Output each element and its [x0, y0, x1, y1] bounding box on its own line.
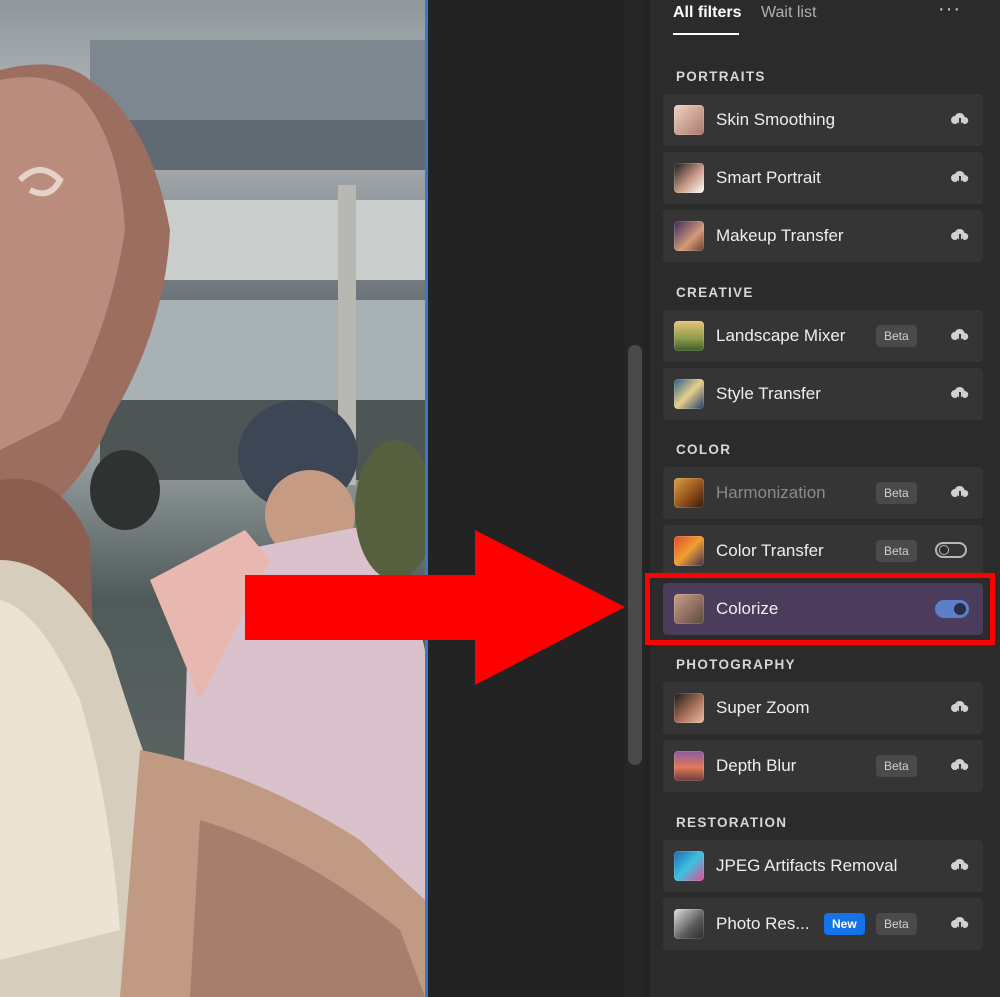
canvas-gutter [428, 0, 650, 997]
beta-badge: Beta [876, 755, 917, 777]
cloud-download-icon[interactable] [950, 226, 970, 246]
filter-row-harmonization[interactable]: Harmonization Beta [663, 467, 983, 519]
filter-row-depth-blur[interactable]: Depth Blur Beta [663, 740, 983, 792]
filter-row-skin-smoothing[interactable]: Skin Smoothing [663, 94, 983, 146]
active-tab-indicator [673, 33, 739, 35]
filter-row-landscape-mixer[interactable]: Landscape Mixer Beta [663, 310, 983, 362]
cloud-download-icon[interactable] [950, 698, 970, 718]
cloud-download-icon[interactable] [950, 384, 970, 404]
tab-all-filters[interactable]: All filters [673, 4, 741, 22]
filter-label: Color Transfer [716, 541, 824, 560]
style-transfer-thumbnail [674, 379, 704, 409]
filter-label: Skin Smoothing [716, 110, 836, 129]
skin-smoothing-thumbnail [674, 105, 704, 135]
cloud-download-icon[interactable] [950, 856, 970, 876]
cloud-download-icon[interactable] [950, 483, 970, 503]
beta-badge: Beta [876, 482, 917, 504]
more-options-icon[interactable]: ··· [938, 0, 961, 21]
scrollbar-thumb[interactable] [628, 345, 642, 765]
filter-label: Style Transfer [716, 384, 821, 403]
beta-badge: Beta [876, 540, 917, 562]
filter-label: Depth Blur [716, 756, 797, 775]
landscape-mixer-thumbnail [674, 321, 704, 351]
annotation-highlight-box [645, 573, 995, 645]
depth-blur-thumbnail [674, 751, 704, 781]
filter-row-color-transfer[interactable]: Color Transfer Beta [663, 525, 983, 577]
filter-label: Smart Portrait [716, 168, 821, 187]
color-transfer-toggle[interactable] [935, 542, 967, 558]
harmonization-thumbnail [674, 478, 704, 508]
section-title-photography: PHOTOGRAPHY [676, 657, 796, 672]
cloud-download-icon[interactable] [950, 914, 970, 934]
cloud-download-icon[interactable] [950, 168, 970, 188]
section-title-color: COLOR [676, 442, 732, 457]
section-title-portraits: PORTRAITS [676, 69, 766, 84]
filter-label: Makeup Transfer [716, 226, 844, 245]
filter-row-photo-restoration[interactable]: Photo Res... New Beta [663, 898, 983, 950]
super-zoom-thumbnail [674, 693, 704, 723]
smart-portrait-thumbnail [674, 163, 704, 193]
filter-row-smart-portrait[interactable]: Smart Portrait [663, 152, 983, 204]
cloud-download-icon[interactable] [950, 326, 970, 346]
photo-restoration-thumbnail [674, 909, 704, 939]
beta-badge: Beta [876, 325, 917, 347]
filter-label: Photo Res... [716, 914, 810, 933]
jpeg-artifacts-thumbnail [674, 851, 704, 881]
color-transfer-thumbnail [674, 536, 704, 566]
annotation-arrow-icon [245, 530, 625, 685]
filter-label: Super Zoom [716, 698, 810, 717]
cloud-download-icon[interactable] [950, 110, 970, 130]
makeup-transfer-thumbnail [674, 221, 704, 251]
tab-wait-list[interactable]: Wait list [761, 4, 816, 22]
photo-image [0, 40, 425, 997]
photo-canvas[interactable] [0, 0, 425, 997]
filter-row-super-zoom[interactable]: Super Zoom [663, 682, 983, 734]
new-badge: New [824, 913, 865, 935]
filter-label: JPEG Artifacts Removal [716, 856, 898, 875]
cloud-download-icon[interactable] [950, 756, 970, 776]
filter-row-jpeg-artifacts-removal[interactable]: JPEG Artifacts Removal [663, 840, 983, 892]
filter-row-style-transfer[interactable]: Style Transfer [663, 368, 983, 420]
filter-row-makeup-transfer[interactable]: Makeup Transfer [663, 210, 983, 262]
beta-badge: Beta [876, 913, 917, 935]
section-title-restoration: RESTORATION [676, 815, 788, 830]
filter-label: Harmonization [716, 483, 826, 502]
filter-label: Landscape Mixer [716, 326, 846, 345]
section-title-creative: CREATIVE [676, 285, 754, 300]
